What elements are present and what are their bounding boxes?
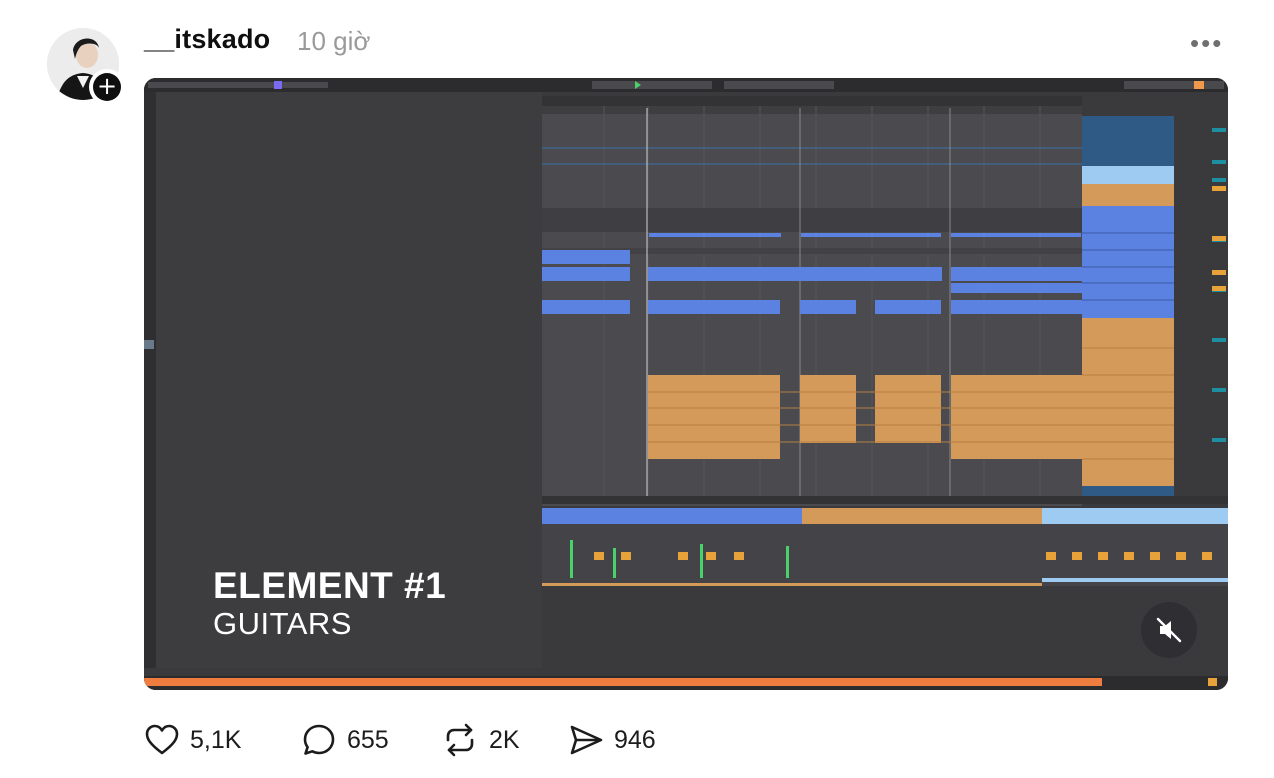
post-time: 10 giờ: [297, 26, 371, 56]
comment-icon: [303, 724, 335, 755]
repost-button[interactable]: 2K: [441, 720, 520, 760]
repost-icon: [446, 723, 474, 757]
username[interactable]: __itskado: [144, 24, 270, 55]
overlay-subtitle: GUITARS: [213, 606, 352, 641]
plus-icon: +: [93, 73, 121, 101]
speaker-muted-icon: [1156, 617, 1182, 643]
heart-icon: [145, 724, 179, 755]
reply-count: 655: [347, 725, 389, 754]
like-count: 5,1K: [190, 725, 242, 754]
like-button[interactable]: 5,1K: [144, 720, 241, 760]
follow-button[interactable]: +: [89, 69, 125, 105]
reply-button[interactable]: 655: [301, 720, 389, 760]
share-count: 946: [614, 725, 656, 754]
video-player[interactable]: ELEMENT #1 GUITARS: [144, 78, 1228, 690]
mute-button[interactable]: [1141, 602, 1197, 658]
more-options-icon[interactable]: •••: [1190, 28, 1223, 59]
overlay-title: ELEMENT #1: [213, 565, 447, 606]
send-icon: [570, 725, 603, 755]
share-button[interactable]: 946: [568, 720, 656, 760]
repost-count: 2K: [489, 725, 520, 754]
